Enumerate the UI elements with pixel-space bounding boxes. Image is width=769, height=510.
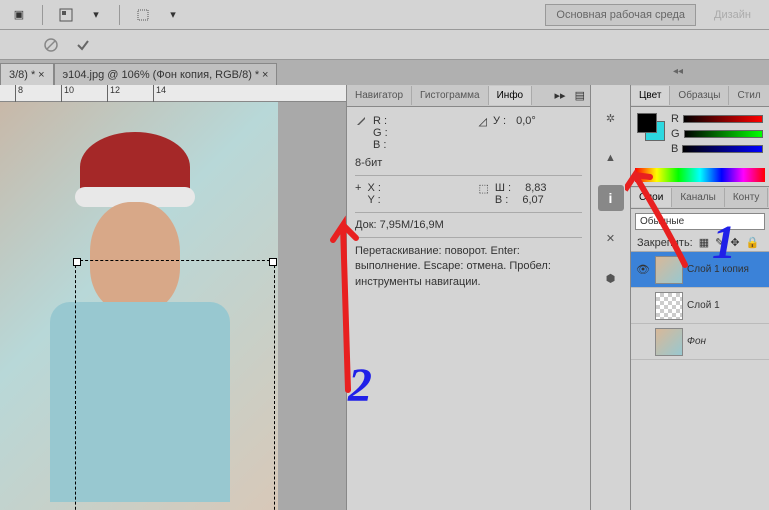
layer-thumbnail[interactable]: [655, 328, 683, 356]
layer-item[interactable]: Фон: [631, 324, 769, 360]
document-tab-1[interactable]: 3/8) * ×: [0, 63, 54, 85]
layer-thumbnail[interactable]: [655, 292, 683, 320]
horizontal-ruler: 8 10 12 14: [0, 85, 346, 102]
hint-text: Перетаскивание: поворот. Enter: выполнен…: [355, 237, 582, 290]
crosshair-icon: +: [355, 182, 361, 206]
color-spectrum[interactable]: [635, 168, 765, 182]
document-tabs: 3/8) * × э104.jpg @ 106% (Фон копия, RGB…: [0, 60, 769, 85]
close-icon[interactable]: ×: [38, 69, 44, 81]
close-icon[interactable]: ×: [262, 69, 268, 81]
info-r-label: R :: [373, 115, 388, 127]
canvas-area[interactable]: 8 10 12 14: [0, 85, 346, 510]
info-tool-icon[interactable]: i: [598, 185, 624, 211]
color-panel: Цвет Образцы Стил R G B: [631, 85, 769, 187]
workspace-main-button[interactable]: Основная рабочая среда: [545, 4, 696, 26]
annotation-number-2: 2: [348, 358, 372, 413]
screen-mode-icon[interactable]: [55, 4, 77, 26]
grid-icon[interactable]: [132, 4, 154, 26]
tab-color[interactable]: Цвет: [631, 86, 670, 105]
mountain-icon[interactable]: ▲: [598, 145, 624, 171]
angle-icon: ◿: [479, 115, 487, 128]
slider-g[interactable]: [684, 130, 763, 138]
commit-bar: [0, 30, 769, 60]
tab-histogram[interactable]: Гистограмма: [412, 86, 489, 105]
info-b-label: B :: [373, 139, 388, 151]
layer-thumbnail[interactable]: [655, 256, 683, 284]
layers-panel: Слои Каналы Конту Обычные Закрепить: ▦ ✎…: [631, 187, 769, 510]
compass-icon[interactable]: ✲: [598, 105, 624, 131]
tab-navigator[interactable]: Навигатор: [347, 86, 412, 105]
slider-r[interactable]: [683, 115, 763, 123]
tools-icon[interactable]: ✕: [598, 225, 624, 251]
info-g-label: G :: [373, 127, 388, 139]
slider-b[interactable]: [682, 145, 763, 153]
lock-label: Закрепить:: [637, 237, 693, 249]
tab-info[interactable]: Инфо: [489, 86, 533, 105]
document-tab-2[interactable]: э104.jpg @ 106% (Фон копия, RGB/8) * ×: [54, 63, 278, 85]
cancel-transform-icon[interactable]: [40, 34, 62, 56]
workspace-design-button[interactable]: Дизайн: [704, 5, 761, 25]
info-panel: Навигатор Гистограмма Инфо ▸▸ ▤ R : G : …: [346, 85, 590, 510]
tab-styles[interactable]: Стил: [729, 86, 769, 105]
dropdown-icon[interactable]: ▾: [162, 4, 184, 26]
blend-mode-select[interactable]: Обычные: [635, 213, 765, 230]
top-options-bar: ▣ ▾ ▾ Основная рабочая среда Дизайн: [0, 0, 769, 30]
eyedropper-icon: [355, 115, 367, 127]
info-x-label: X :: [367, 182, 380, 194]
tab-channels[interactable]: Каналы: [672, 188, 725, 207]
annotation-number-1: 1: [712, 215, 736, 270]
panel-menu-icon[interactable]: ▤: [575, 89, 585, 102]
arrange-icon[interactable]: ▾: [85, 4, 107, 26]
transform-selection[interactable]: [75, 260, 275, 510]
visibility-icon[interactable]: 👁: [635, 263, 651, 276]
tab-paths[interactable]: Конту: [725, 188, 769, 207]
panel-expand-icon[interactable]: ▸▸: [554, 89, 565, 102]
lock-all-icon[interactable]: 🔒: [746, 236, 760, 249]
pin-icon[interactable]: ▣: [8, 4, 30, 26]
dimensions-icon: ⬚: [479, 182, 489, 206]
lock-transparency-icon[interactable]: ▦: [699, 236, 709, 249]
color-swatch[interactable]: [637, 113, 665, 141]
info-y-label: Y :: [367, 194, 380, 206]
tab-swatches[interactable]: Образцы: [670, 86, 729, 105]
clone-icon[interactable]: ⬢: [598, 265, 624, 291]
panel-collapse-handle[interactable]: ◂◂: [673, 66, 683, 77]
tab-layers[interactable]: Слои: [631, 188, 672, 207]
layer-item[interactable]: Слой 1: [631, 288, 769, 324]
layer-item[interactable]: 👁 Слой 1 копия: [631, 252, 769, 288]
commit-transform-icon[interactable]: [72, 34, 94, 56]
doc-size: Док: 7,95M/16,9M: [355, 212, 582, 231]
bit-depth: 8-бит: [355, 157, 459, 169]
mini-tool-dock: ✲ ▲ i ✕ ⬢: [590, 85, 630, 510]
